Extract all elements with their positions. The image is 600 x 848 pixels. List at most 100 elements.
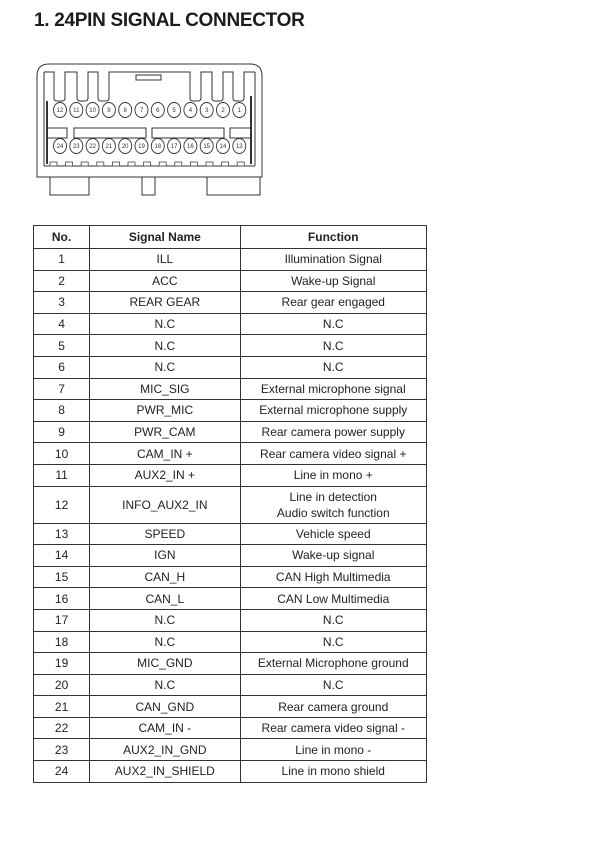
pin-function: Rear camera video signal - [239,716,428,740]
signal-name: AUX2_IN_SHIELD [89,760,241,783]
pin-number: 11 [32,463,91,487]
connector-pin: 22 [85,138,100,154]
connector-pin: 3 [199,102,214,118]
pin-label: 10 [89,108,96,114]
pin-label: 18 [154,144,161,150]
connector-pin: 1 [232,102,247,118]
pin-number: 18 [32,630,91,654]
pin-function-line: Audio switch function [276,505,390,520]
signal-name: CAM_IN - [89,716,241,740]
contact-slot [189,161,198,167]
page-title: 1. 24PIN SIGNAL CONNECTOR [34,10,305,31]
signal-name: CAN_H [89,565,241,589]
connector-pin: 18 [150,138,165,154]
connector-body [36,63,263,196]
connector-pin: 11 [69,102,84,118]
table-row: 9 PWR_CAM Rear camera power supply [32,420,428,444]
connector-diagram: 12 11 10 9 8 7 6 5 4 3 2 1 24 23 22 21 20 19 18 17 16 15 14 13 [36,63,263,196]
pin-number: 13 [32,522,91,546]
header-function: Function [239,225,428,249]
signal-name: N.C [89,334,241,357]
pin-function: Line in mono shield [239,760,428,783]
connector-pin: 4 [183,102,198,118]
table-row: 19 MIC_GND External Microphone ground [32,652,428,675]
pin-function: Rear gear engaged [239,291,428,314]
pin-function: N.C [239,608,428,632]
pin-function: CAN Low Multimedia [239,587,428,610]
pin-label: 13 [236,144,243,150]
connector-pin: 21 [101,138,116,154]
pin-function: Rear camera ground [239,695,428,718]
pin-label: 12 [57,108,64,114]
pin-function: Rear camera power supply [239,420,428,444]
table-row: 24 AUX2_IN_SHIELD Line in mono shield [32,760,428,783]
pin-number: 12 [32,485,91,524]
pin-label: 16 [187,144,194,150]
contact-slot [65,161,73,167]
connector-pin: 2 [216,102,230,118]
table-row: 17 N.C N.C [32,608,428,632]
signal-name: ILL [89,248,241,271]
table-row: 18 N.C N.C [32,630,428,654]
table-row: 2 ACC Wake-up Signal [32,269,428,293]
pin-table: No. Signal Name Function 1 ILL Illuminatio… [32,225,428,783]
table-row: 23 AUX2_IN_GND Line in mono - [32,738,428,762]
pin-label: 21 [106,144,113,150]
contact-slot [96,161,105,167]
signal-name: CAN_L [89,587,241,610]
table-row: 14 IGN Wake-up signal [32,544,428,567]
pin-function: N.C [239,312,428,336]
connector-pin: 5 [167,102,182,118]
pin-number: 14 [32,544,91,567]
connector-pin: 8 [118,102,133,118]
table-header-row: No. Signal Name Function [32,225,428,249]
table-row: 10 CAM_IN + Rear camera video signal + [32,442,428,465]
signal-name: SPEED [89,522,241,546]
pin-function: Illumination Signal [239,248,428,271]
signal-name: N.C [89,630,241,654]
signal-name: CAM_IN + [89,442,241,465]
pin-label: 14 [220,144,227,150]
pin-number: 9 [32,420,91,444]
contact-slot [49,161,58,167]
pin-number: 17 [32,608,91,632]
signal-name: CAN_GND [89,695,241,718]
pin-function: External microphone signal [239,377,428,401]
pin-function: Vehicle speed [239,522,428,546]
connector-pin: 24 [53,138,67,154]
pin-number: 7 [32,377,91,401]
pin-number: 6 [32,355,91,379]
table-row: 21 CAN_GND Rear camera ground [32,695,428,718]
connector-pin: 13 [232,138,247,154]
pin-table-body: 1 ILL Illumination Signal 2 ACC Wake-up Signa… [32,248,428,783]
connector-pin: 12 [53,102,67,118]
table-row: 6 N.C N.C [32,355,428,379]
contact-slot [127,161,136,167]
pin-function: Wake-up signal [239,544,428,567]
contact-slot [236,161,245,167]
signal-name: PWR_MIC [89,399,241,422]
pin-number: 23 [32,738,91,762]
signal-name: PWR_CAM [89,420,241,444]
table-row: 22 CAM_IN - Rear camera video signal - [32,716,428,740]
table-row: 15 CAN_H CAN High Multimedia [32,565,428,589]
pin-number: 1 [32,248,91,271]
table-row: 13 SPEED Vehicle speed [32,522,428,546]
pin-function: External microphone supply [239,399,428,422]
pin-function: N.C [239,630,428,654]
pin-number: 4 [32,312,91,336]
signal-name: N.C [89,355,241,379]
connector-pin: 9 [101,102,116,118]
signal-name: INFO_AUX2_IN [89,485,241,524]
table-row: 1 ILL Illumination Signal [32,248,428,271]
pin-number: 20 [32,673,91,697]
table-row: 11 AUX2_IN + Line in mono + [32,463,428,487]
contact-slot [174,161,183,167]
pin-number: 24 [32,760,91,783]
connector-pin: 14 [216,138,230,154]
table-row: 4 N.C N.C [32,312,428,336]
signal-name: N.C [89,673,241,697]
signal-name: MIC_SIG [89,377,241,401]
pin-number: 5 [32,334,91,357]
contact-slot [112,161,120,167]
